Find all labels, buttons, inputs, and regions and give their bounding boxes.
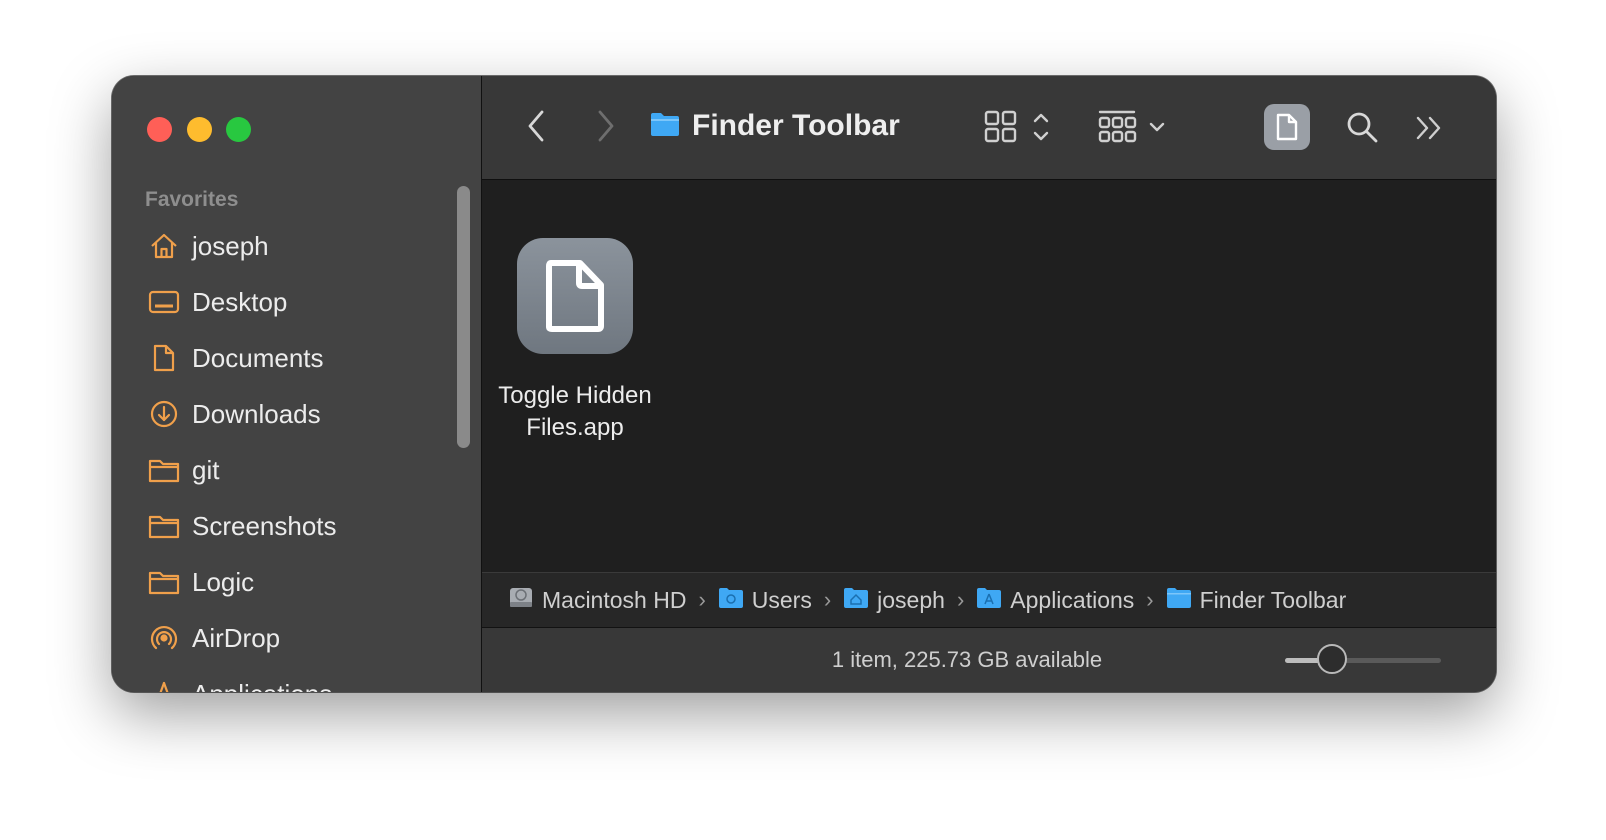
sidebar-item-downloads[interactable]: Downloads: [112, 386, 452, 442]
window-title: Finder Toolbar: [650, 104, 900, 148]
folder-icon: [147, 565, 181, 599]
sidebar-item-label: Logic: [192, 566, 255, 597]
sidebar-item-joseph[interactable]: joseph: [112, 218, 452, 274]
download-icon: [147, 397, 181, 431]
sidebar-scrollbar[interactable]: [457, 186, 470, 448]
icon-size-slider[interactable]: [1285, 644, 1441, 674]
toolbar: Finder Toolbar: [482, 76, 1496, 180]
sidebar-item-git[interactable]: git: [112, 442, 452, 498]
sidebar-item-label: AirDrop: [192, 622, 281, 653]
document-icon: [147, 341, 181, 375]
folder-icon: [1166, 587, 1192, 614]
zoom-button[interactable]: [226, 117, 251, 142]
back-icon[interactable]: [518, 106, 554, 146]
sidebar-list: joseph Desktop Documents Downloads git S…: [112, 218, 452, 692]
document-app-icon: [517, 238, 633, 354]
sidebar-item-label: Desktop: [192, 286, 288, 317]
folder-icon: [650, 111, 680, 142]
window-title-text: Finder Toolbar: [692, 109, 900, 142]
sidebar-item-desktop[interactable]: Desktop: [112, 274, 452, 330]
finder-window: Favorites joseph Desktop Documents Downl…: [112, 76, 1496, 692]
icon-view-icon[interactable]: [982, 106, 1056, 148]
sidebar-item-documents[interactable]: Documents: [112, 330, 452, 386]
path-item-applications[interactable]: Applications: [976, 587, 1134, 614]
close-button[interactable]: [147, 117, 172, 142]
path-separator: ›: [1146, 587, 1154, 612]
path-separator: ›: [698, 587, 706, 612]
sidebar-item-label: Documents: [192, 342, 324, 373]
path-item-label: Finder Toolbar: [1199, 586, 1347, 613]
sidebar-item-label: git: [192, 454, 220, 485]
sidebar-item-airdrop[interactable]: AirDrop: [112, 610, 452, 666]
main-pane: Finder Toolbar Toggle Hidden Files.app M…: [482, 76, 1496, 692]
group-icon[interactable]: [1096, 106, 1172, 148]
slider-knob[interactable]: [1316, 644, 1347, 674]
sidebar-item-applications[interactable]: Applications: [112, 666, 452, 692]
home-folder-icon: [843, 587, 869, 614]
sidebar-item-label: Screenshots: [192, 510, 337, 541]
applications-folder-icon: [976, 587, 1002, 614]
sidebar: Favorites joseph Desktop Documents Downl…: [112, 76, 482, 692]
path-separator: ›: [823, 587, 832, 612]
path-item-macintosh-hd[interactable]: Macintosh HD: [508, 585, 686, 616]
file-list-area[interactable]: Toggle Hidden Files.app: [482, 180, 1496, 572]
path-item-label: Macintosh HD: [542, 586, 687, 613]
folder-icon: [718, 587, 744, 614]
sidebar-item-screenshots[interactable]: Screenshots: [112, 498, 452, 554]
sidebar-item-label: Downloads: [192, 398, 321, 429]
path-item-joseph[interactable]: joseph: [843, 587, 945, 614]
path-separator: ›: [956, 587, 965, 612]
sidebar-item-label: Applications: [192, 679, 332, 693]
disk-icon: [508, 585, 534, 616]
path-item-label: Users: [751, 586, 812, 613]
sidebar-item-label: joseph: [192, 230, 269, 261]
minimize-button[interactable]: [187, 117, 212, 142]
path-bar: Macintosh HD › Users › joseph › Applicat…: [482, 572, 1496, 628]
search-icon[interactable]: [1342, 106, 1382, 148]
sidebar-item-logic[interactable]: Logic: [112, 554, 452, 610]
folder-icon: [147, 453, 181, 487]
airdrop-icon: [147, 621, 181, 655]
path-item-label: joseph: [877, 586, 945, 613]
path-item-finder-toolbar[interactable]: Finder Toolbar: [1166, 586, 1347, 614]
path-item-label: Applications: [1010, 586, 1135, 613]
file-name: Toggle Hidden Files.app: [498, 382, 652, 441]
file-item[interactable]: Toggle Hidden Files.app: [490, 238, 660, 444]
sidebar-section-title: Favorites: [145, 188, 239, 211]
home-icon: [147, 229, 181, 263]
folder-icon: [147, 509, 181, 543]
path-item-users[interactable]: Users: [718, 587, 812, 614]
applications-icon: [147, 677, 181, 692]
status-bar: 1 item, 225.73 GB available: [482, 628, 1496, 692]
desktop-icon: [147, 285, 181, 319]
forward-icon[interactable]: [588, 106, 624, 146]
overflow-icon[interactable]: [1412, 108, 1446, 148]
file-icon[interactable]: [1264, 104, 1310, 150]
